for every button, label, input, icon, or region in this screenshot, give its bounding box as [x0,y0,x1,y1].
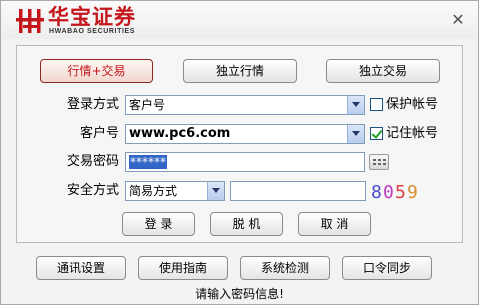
client-id-label: 客户号 [79,126,119,141]
brand-name-en: HWABAO SECURITIES [49,28,136,35]
tab-quote-and-trade[interactable]: 行情+交易 [40,59,153,83]
chevron-down-icon[interactable] [347,96,364,114]
chevron-down-icon[interactable] [347,125,364,143]
close-icon[interactable]: ✕ [449,11,467,29]
soft-keyboard-icon[interactable] [369,154,389,170]
login-method-select[interactable]: 客户号 [125,95,365,115]
title-bar: 华宝证券 HWABAO SECURITIES ✕ [1,1,478,39]
password-value: ****** [129,155,167,169]
svg-text:5: 5 [395,182,406,202]
brand-name-cn: 华宝证券 [48,5,136,29]
status-message: 请输入密码信息! [195,287,284,301]
comm-settings-button[interactable]: 通讯设置 [36,256,126,280]
cancel-button[interactable]: 取 消 [298,212,371,236]
system-check-button[interactable]: 系统检测 [240,256,330,280]
verification-code-input[interactable] [230,181,366,201]
password-input[interactable]: ****** [125,152,365,172]
login-button[interactable]: 登 录 [122,212,195,236]
huabao-logo-icon [16,9,44,33]
password-sync-button[interactable]: 口令同步 [342,256,432,280]
login-method-value: 客户号 [129,98,166,112]
user-guide-button[interactable]: 使用指南 [138,256,228,280]
password-label: 交易密码 [66,154,119,169]
captcha-image[interactable]: 8 0 5 9 [369,180,421,202]
login-method-label: 登录方式 [66,97,119,112]
protect-account-checkbox[interactable] [370,98,383,111]
svg-text:0: 0 [383,182,394,202]
offline-button[interactable]: 脱 机 [210,212,283,236]
security-method-value: 简易方式 [129,184,178,198]
remember-account-checkbox[interactable] [370,127,383,140]
login-window: 华宝证券 HWABAO SECURITIES ✕ 行情+交易 独立行情 独立交易… [0,0,479,305]
security-method-label: 安全方式 [66,183,119,198]
security-method-select[interactable]: 简易方式 [125,181,225,201]
svg-text:8: 8 [371,182,382,202]
protect-account-label: 保护帐号 [386,97,439,112]
chevron-down-icon[interactable] [207,182,224,200]
remember-account-label: 记住帐号 [386,126,439,141]
client-id-select[interactable]: www.pc6.com [125,124,365,144]
svg-text:9: 9 [407,182,418,202]
tab-trade-only[interactable]: 独立交易 [326,59,440,83]
tab-quote-only[interactable]: 独立行情 [183,59,297,83]
client-id-value: www.pc6.com [129,126,231,141]
